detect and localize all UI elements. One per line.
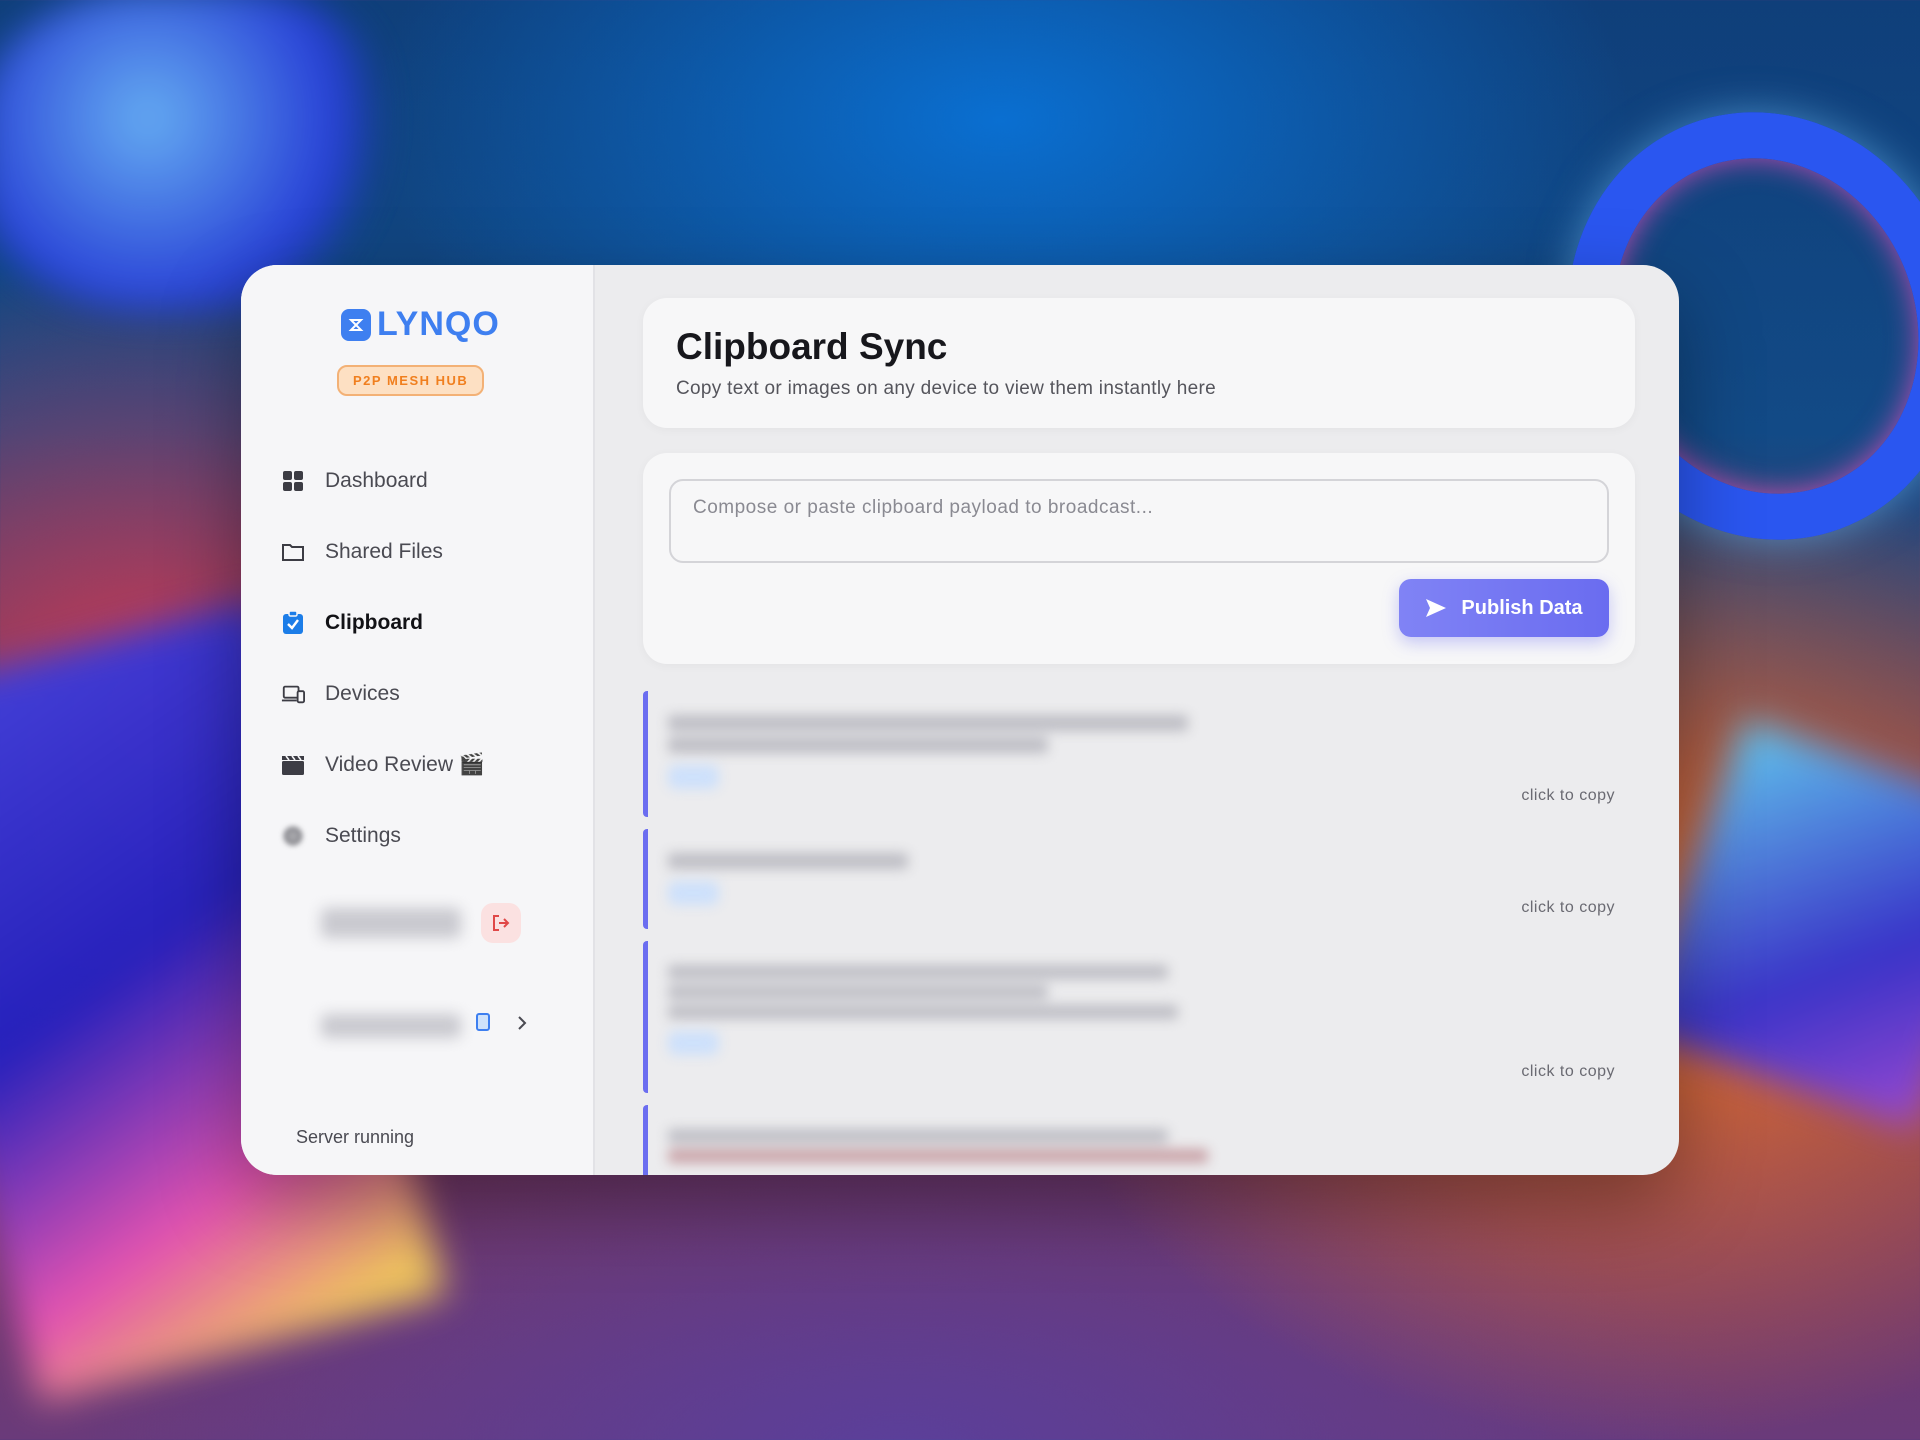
sidebar-item-label: Video Review 🎬 <box>325 752 486 776</box>
logo-icon <box>341 308 371 341</box>
grid-icon <box>281 469 305 493</box>
clapperboard-icon <box>281 753 305 777</box>
sidebar-item-settings[interactable]: Settings <box>281 800 571 871</box>
logo-text: LYNQO <box>377 305 500 343</box>
publish-label: Publish Data <box>1461 596 1583 619</box>
clip-content-blurred <box>668 965 1615 1019</box>
clipboard-entry[interactable]: click to copy <box>643 941 1635 1093</box>
sidebar-item-video-review[interactable]: Video Review 🎬 <box>281 729 571 800</box>
logout-icon <box>493 915 510 931</box>
chevron-right-icon <box>517 1015 527 1036</box>
clipboard-check-icon <box>281 610 305 635</box>
click-to-copy-hint: click to copy <box>1521 899 1615 916</box>
sidebar-item-clipboard[interactable]: Clipboard <box>281 587 571 658</box>
page-header: Clipboard Sync Copy text or images on an… <box>643 298 1635 428</box>
sidebar: LYNQO P2P MESH HUB Dashboard Shared File… <box>241 265 595 1175</box>
clip-type-tag <box>668 765 720 789</box>
sidebar-item-label: Clipboard <box>325 610 423 634</box>
sidebar-item-label: Devices <box>325 681 400 705</box>
gear-icon <box>281 824 305 848</box>
page-subtitle: Copy text or images on any device to vie… <box>676 378 1217 399</box>
send-icon <box>1426 599 1447 617</box>
main-content: Clipboard Sync Copy text or images on an… <box>595 265 1679 1175</box>
current-device-row[interactable] <box>321 1013 527 1038</box>
phone-icon <box>475 1013 493 1038</box>
sidebar-item-devices[interactable]: Devices <box>281 658 571 729</box>
folder-icon <box>281 540 305 564</box>
clipboard-entry[interactable] <box>643 1105 1635 1175</box>
sidebar-item-label: Dashboard <box>325 468 428 492</box>
server-status: Server running <box>296 1127 415 1147</box>
clipboard-history-list: click to copy click to copy click to cop… <box>643 691 1635 1175</box>
sidebar-item-label: Settings <box>325 823 401 847</box>
device-info-blurred <box>321 1013 461 1038</box>
clipboard-entry[interactable]: click to copy <box>643 829 1635 929</box>
sidebar-item-dashboard[interactable]: Dashboard <box>281 445 571 516</box>
clipboard-entry[interactable]: click to copy <box>643 691 1635 817</box>
background-coil-shape <box>0 0 400 310</box>
publish-data-button[interactable]: Publish Data <box>1399 579 1609 637</box>
click-to-copy-hint: click to copy <box>1521 1063 1615 1080</box>
user-info-blurred <box>321 908 461 938</box>
clip-content-blurred <box>668 715 1615 753</box>
compose-card: Publish Data <box>643 453 1635 664</box>
sidebar-item-shared-files[interactable]: Shared Files <box>281 516 571 587</box>
mesh-hub-badge: P2P MESH HUB <box>337 365 485 396</box>
clip-type-tag <box>668 1031 720 1055</box>
app-window: LYNQO P2P MESH HUB Dashboard Shared File… <box>241 265 1679 1175</box>
sidebar-nav: Dashboard Shared Files Clipboard Devices <box>281 445 571 871</box>
clip-type-tag <box>668 881 720 905</box>
app-logo: LYNQO <box>341 305 500 344</box>
devices-icon <box>281 682 305 706</box>
clip-content-blurred <box>668 1129 1615 1163</box>
clipboard-compose-input[interactable] <box>669 479 1609 563</box>
sidebar-item-label: Shared Files <box>325 539 443 563</box>
click-to-copy-hint: click to copy <box>1521 787 1615 804</box>
user-profile-row <box>321 903 521 943</box>
clip-content-blurred <box>668 853 1615 869</box>
page-title: Clipboard Sync <box>676 326 948 367</box>
logout-button[interactable] <box>481 903 521 943</box>
